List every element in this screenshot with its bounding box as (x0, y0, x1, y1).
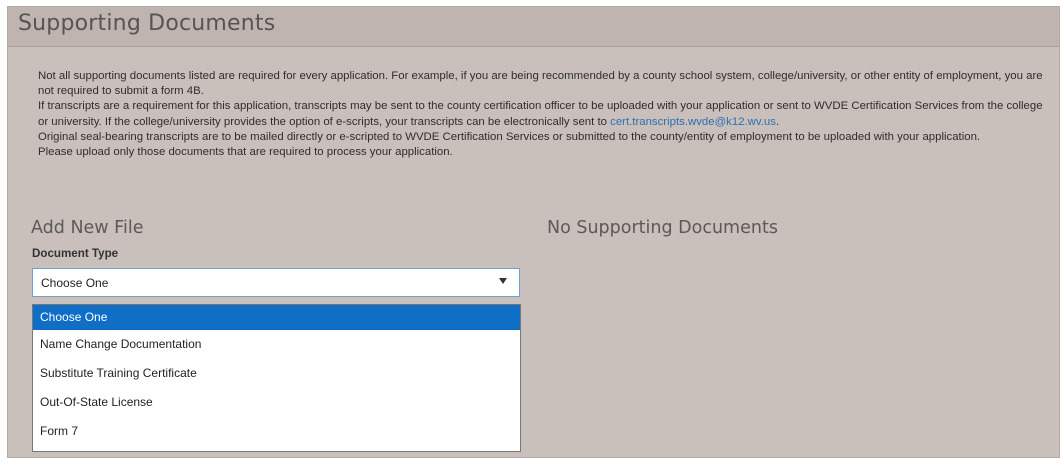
document-type-label: Document Type (32, 247, 119, 260)
page-title: Supporting Documents (18, 11, 276, 36)
option-choose-one[interactable]: Choose One (33, 305, 520, 330)
instructions-text: Not all supporting documents listed are … (38, 69, 1053, 160)
add-new-file-heading: Add New File (31, 218, 144, 238)
instructions-paragraph-2-text: If transcripts are a requirement for thi… (38, 100, 1043, 128)
option-form-7[interactable]: Form 7 (33, 417, 520, 446)
instructions-paragraph-1: Not all supporting documents listed are … (38, 70, 1043, 98)
document-type-select[interactable]: Choose One (32, 268, 520, 297)
no-supporting-documents-message: No Supporting Documents (547, 218, 778, 238)
chevron-down-icon (499, 278, 507, 284)
option-substitute-training-certificate[interactable]: Substitute Training Certificate (33, 359, 520, 388)
instructions-paragraph-2-end: . (775, 115, 780, 128)
panel-header: Supporting Documents (8, 7, 1059, 47)
instructions-paragraph-2: If transcripts are a requirement for thi… (38, 99, 1053, 129)
instructions-paragraph-3: Original seal-bearing transcripts are to… (38, 130, 981, 143)
document-type-dropdown-list: Choose One Name Change Documentation Sub… (32, 304, 521, 452)
option-out-of-state-license[interactable]: Out-Of-State License (33, 388, 520, 417)
instructions-paragraph-4: Please upload only those documents that … (38, 146, 453, 159)
transcripts-email-link[interactable]: cert.transcripts.wvde@k12.wv.us (610, 116, 776, 128)
document-type-select-value: Choose One (41, 276, 109, 290)
option-name-change-documentation[interactable]: Name Change Documentation (33, 330, 520, 359)
